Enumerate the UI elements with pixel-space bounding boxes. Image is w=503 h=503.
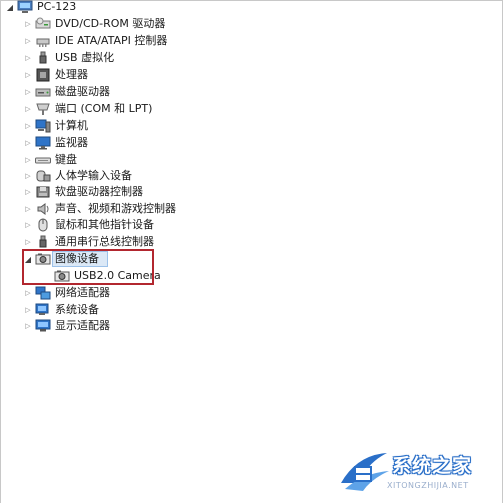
mouse-icon <box>35 218 51 232</box>
tree-root[interactable]: ◢ PC-123 <box>6 0 76 15</box>
collapse-arrow-icon[interactable]: ◢ <box>6 0 14 15</box>
tree-item-label: 键盘 <box>55 153 77 166</box>
usb-controller-icon <box>35 235 51 249</box>
system-device-icon <box>35 303 51 317</box>
tree-item-dvd-drive[interactable]: ▷ DVD/CD-ROM 驱动器 <box>24 16 165 32</box>
dvd-drive-icon <box>35 17 51 31</box>
watermark-url: XITONGZHIJIA.NET <box>387 481 469 490</box>
floppy-controller-icon <box>35 185 51 199</box>
tree-item-hid[interactable]: ▷ 人体学输入设备 <box>24 168 132 184</box>
tree-item-label: IDE ATA/ATAPI 控制器 <box>55 34 168 47</box>
tree-item-keyboard[interactable]: ▷ 键盘 <box>24 152 77 168</box>
computer-icon <box>17 0 33 14</box>
tree-item-display-adapter[interactable]: ▷ 显示适配器 <box>24 318 110 334</box>
tree-item-label: 显示适配器 <box>55 319 110 332</box>
annotation-highlight-box <box>22 249 154 285</box>
tree-item-label: 系统设备 <box>55 303 99 316</box>
keyboard-icon <box>35 153 51 167</box>
tree-item-label: 通用串行总线控制器 <box>55 235 154 248</box>
expand-arrow-icon[interactable]: ▷ <box>24 318 32 334</box>
tree-item-label: 人体学输入设备 <box>55 169 132 182</box>
display-adapter-icon <box>35 319 51 333</box>
tree-item-system-device[interactable]: ▷ 系统设备 <box>24 302 99 318</box>
tree-item-usb-virtual[interactable]: ▷ USB 虚拟化 <box>24 50 114 66</box>
port-icon <box>35 102 51 116</box>
monitor-icon <box>35 136 51 150</box>
tree-item-computer[interactable]: ▷ 计算机 <box>24 118 88 134</box>
expand-arrow-icon[interactable]: ▷ <box>24 184 32 200</box>
left-border <box>0 0 1 503</box>
disk-drive-icon <box>35 85 51 99</box>
tree-item-ide-controller[interactable]: ▷ IDE ATA/ATAPI 控制器 <box>24 33 167 49</box>
expand-arrow-icon[interactable]: ▷ <box>24 234 32 250</box>
watermark: 系统之家 XITONGZHIJIA.NET <box>337 449 497 499</box>
expand-arrow-icon[interactable]: ▷ <box>24 135 32 151</box>
tree-root-label: PC-123 <box>37 0 77 13</box>
expand-arrow-icon[interactable]: ▷ <box>24 285 32 301</box>
expand-arrow-icon[interactable]: ▷ <box>24 33 32 49</box>
tree-item-label: 端口 (COM 和 LPT) <box>55 102 153 115</box>
expand-arrow-icon[interactable]: ▷ <box>24 16 32 32</box>
expand-arrow-icon[interactable]: ▷ <box>24 201 32 217</box>
tree-item-label: 磁盘驱动器 <box>55 85 110 98</box>
tree-item-label: 计算机 <box>55 119 88 132</box>
tree-item-sound[interactable]: ▷ 声音、视频和游戏控制器 <box>24 201 176 217</box>
hid-icon <box>35 169 51 183</box>
device-manager-window: ◢ PC-123 ▷ DVD/CD-ROM 驱动器 ▷ IDE ATA/ATAP… <box>0 0 503 503</box>
expand-arrow-icon[interactable]: ▷ <box>24 302 32 318</box>
expand-arrow-icon[interactable]: ▷ <box>24 168 32 184</box>
watermark-text: 系统之家 <box>392 455 473 477</box>
expand-arrow-icon[interactable]: ▷ <box>24 84 32 100</box>
tree-item-label: 声音、视频和游戏控制器 <box>55 202 176 215</box>
tree-item-label: 监视器 <box>55 136 88 149</box>
tree-item-disk-drive[interactable]: ▷ 磁盘驱动器 <box>24 84 110 100</box>
processor-icon <box>35 68 51 82</box>
tree-item-label: 软盘驱动器控制器 <box>55 185 143 198</box>
watermark-logo-icon <box>341 453 389 491</box>
tree-item-mouse[interactable]: ▷ 鼠标和其他指针设备 <box>24 217 154 233</box>
expand-arrow-icon[interactable]: ▷ <box>24 118 32 134</box>
tree-item-floppy-controller[interactable]: ▷ 软盘驱动器控制器 <box>24 184 143 200</box>
expand-arrow-icon[interactable]: ▷ <box>24 50 32 66</box>
tree-item-label: USB 虚拟化 <box>55 51 115 64</box>
tree-item-label: 鼠标和其他指针设备 <box>55 218 154 231</box>
tree-item-processor[interactable]: ▷ 处理器 <box>24 67 88 83</box>
computer-icon <box>35 119 51 133</box>
expand-arrow-icon[interactable]: ▷ <box>24 67 32 83</box>
usb-icon <box>35 51 51 65</box>
network-adapter-icon <box>35 286 51 300</box>
tree-item-usb-controller[interactable]: ▷ 通用串行总线控制器 <box>24 234 154 250</box>
tree-item-label: DVD/CD-ROM 驱动器 <box>55 17 166 30</box>
sound-icon <box>35 202 51 216</box>
tree-item-network-adapter[interactable]: ▷ 网络适配器 <box>24 285 110 301</box>
ide-controller-icon <box>35 34 51 48</box>
tree-item-label: 处理器 <box>55 68 88 81</box>
expand-arrow-icon[interactable]: ▷ <box>24 217 32 233</box>
tree-item-label: 网络适配器 <box>55 286 110 299</box>
expand-arrow-icon[interactable]: ▷ <box>24 101 32 117</box>
expand-arrow-icon[interactable]: ▷ <box>24 152 32 168</box>
tree-item-monitor[interactable]: ▷ 监视器 <box>24 135 88 151</box>
tree-item-port[interactable]: ▷ 端口 (COM 和 LPT) <box>24 101 152 117</box>
